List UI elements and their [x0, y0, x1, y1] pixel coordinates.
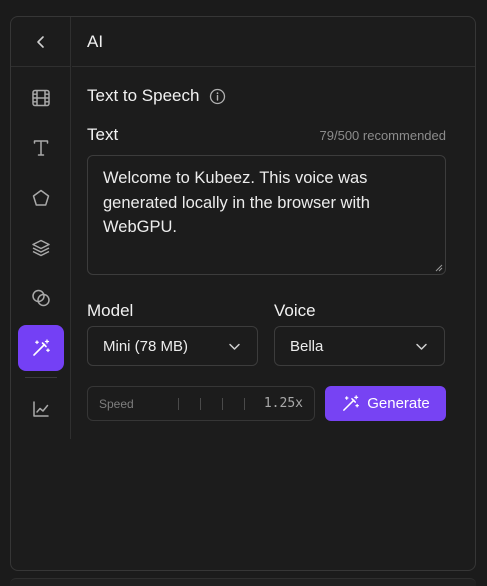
- text-icon: [33, 140, 49, 156]
- back-button[interactable]: [11, 17, 70, 67]
- speed-tick: [200, 398, 201, 410]
- model-select[interactable]: Mini (78 MB): [87, 326, 258, 366]
- chevron-down-icon: [416, 343, 427, 350]
- panel-header: AI: [72, 17, 475, 67]
- magic-wand-icon: [33, 339, 50, 356]
- generate-button[interactable]: Generate: [325, 386, 446, 421]
- sidebar-item-effects[interactable]: [18, 275, 64, 321]
- chevron-left-icon: [36, 35, 44, 48]
- model-group: Model Mini (78 MB): [87, 301, 258, 366]
- chevron-down-icon: [229, 343, 240, 350]
- resize-handle-icon[interactable]: [435, 264, 443, 272]
- magic-wand-icon: [343, 395, 360, 411]
- speed-value: 1.25x: [263, 396, 303, 411]
- circles-icon: [32, 289, 50, 307]
- ai-panel-window: AI Text to Speech Text 79/500 recommende…: [10, 16, 476, 571]
- character-counter: 79/500 recommended: [319, 128, 446, 143]
- speed-tick: [178, 398, 179, 410]
- chart-icon: [33, 401, 49, 417]
- speed-tick: [244, 398, 245, 410]
- sidebar-item-shapes[interactable]: [18, 175, 64, 221]
- speed-tick: [222, 398, 223, 410]
- film-icon: [32, 89, 50, 107]
- panel-title: AI: [87, 31, 104, 51]
- voice-select-value: Bella: [290, 337, 324, 355]
- tool-rail: [11, 17, 71, 439]
- model-voice-row: Model Mini (78 MB) Voice Bella: [87, 301, 446, 366]
- sidebar-item-layers[interactable]: [18, 225, 64, 271]
- rail-divider: [25, 377, 57, 378]
- sidebar-item-video[interactable]: [18, 75, 64, 121]
- speed-label: Speed: [99, 396, 134, 411]
- voice-label: Voice: [274, 301, 316, 320]
- action-row: Speed 1.25x Generate: [87, 386, 446, 421]
- section-title: Text to Speech: [87, 86, 200, 105]
- pentagon-icon: [32, 189, 50, 206]
- sidebar-item-ai[interactable]: [18, 325, 64, 371]
- text-label-row: Text 79/500 recommended: [87, 125, 446, 145]
- layers-icon: [32, 239, 50, 257]
- text-input-value[interactable]: Welcome to Kubeez. This voice was genera…: [103, 169, 370, 236]
- text-label: Text: [87, 125, 119, 144]
- text-input[interactable]: Welcome to Kubeez. This voice was genera…: [87, 155, 446, 275]
- model-select-value: Mini (78 MB): [103, 337, 189, 355]
- speed-ticks: [178, 398, 248, 410]
- section-header: Text to Speech: [87, 83, 446, 109]
- info-icon[interactable]: [209, 88, 226, 105]
- sidebar-item-text[interactable]: [18, 125, 64, 171]
- text-to-speech-panel: Text to Speech Text 79/500 recommended W…: [87, 83, 446, 421]
- speed-slider[interactable]: Speed 1.25x: [87, 386, 315, 421]
- sidebar-item-analytics[interactable]: [18, 386, 64, 432]
- voice-group: Voice Bella: [274, 301, 445, 366]
- model-label: Model: [87, 301, 134, 320]
- bottom-panel-edge: [10, 578, 476, 586]
- voice-select[interactable]: Bella: [274, 326, 445, 366]
- generate-button-label: Generate: [367, 395, 430, 412]
